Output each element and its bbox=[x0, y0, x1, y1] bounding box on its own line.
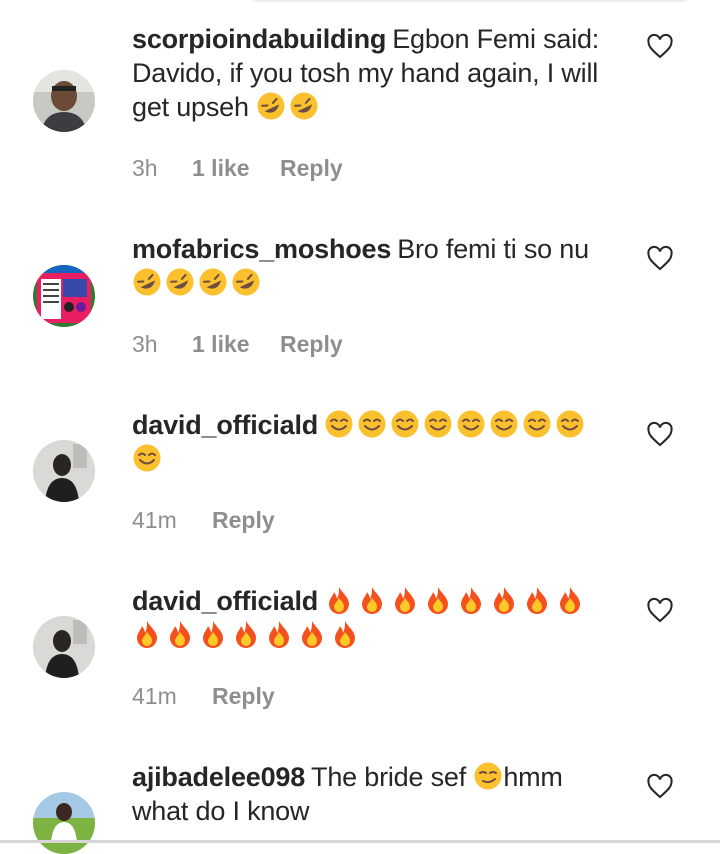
heart-icon[interactable] bbox=[646, 597, 674, 625]
fire-emoji bbox=[297, 619, 327, 649]
smirk-emoji bbox=[473, 761, 503, 791]
heart-icon[interactable] bbox=[646, 245, 674, 273]
smile-emoji bbox=[489, 409, 519, 439]
fire-emoji bbox=[423, 585, 453, 615]
comment-meta: 41m Reply bbox=[132, 682, 275, 710]
reply-button[interactable]: Reply bbox=[280, 154, 343, 182]
fire-emoji bbox=[489, 585, 519, 615]
smile-emoji bbox=[357, 409, 387, 439]
avatar[interactable] bbox=[33, 792, 95, 854]
fire-emoji bbox=[198, 619, 228, 649]
fire-emoji bbox=[231, 619, 261, 649]
reply-button[interactable]: Reply bbox=[212, 682, 275, 710]
avatar[interactable] bbox=[33, 440, 95, 502]
reply-button[interactable]: Reply bbox=[280, 330, 343, 358]
smile-emoji bbox=[390, 409, 420, 439]
fire-emoji bbox=[324, 585, 354, 615]
fire-emoji bbox=[555, 585, 585, 615]
smile-emoji bbox=[456, 409, 486, 439]
smile-emoji bbox=[324, 409, 354, 439]
comment-username[interactable]: ajibadelee098 bbox=[132, 762, 305, 792]
comment-body: Bro femi ti so nu bbox=[397, 234, 589, 264]
comment-meta: 3h 1 like Reply bbox=[132, 154, 343, 182]
comment-time: 41m bbox=[132, 507, 177, 533]
rofl-emoji bbox=[231, 267, 261, 297]
fire-emoji bbox=[390, 585, 420, 615]
smile-emoji bbox=[132, 443, 162, 473]
comment-body: The bride sef bbox=[311, 762, 467, 792]
rofl-emoji bbox=[165, 267, 195, 297]
comment-meta: 3h 1 like Reply bbox=[132, 330, 343, 358]
rofl-emoji bbox=[256, 91, 286, 121]
comment-meta: 41m Reply bbox=[132, 506, 275, 534]
reply-button[interactable]: Reply bbox=[212, 506, 275, 534]
comment-username[interactable]: david_officiald bbox=[132, 410, 318, 440]
comment-username[interactable]: david_officiald bbox=[132, 586, 318, 616]
fire-emoji bbox=[165, 619, 195, 649]
heart-icon[interactable] bbox=[646, 421, 674, 449]
rofl-emoji bbox=[198, 267, 228, 297]
fire-emoji bbox=[132, 619, 162, 649]
avatar[interactable] bbox=[33, 616, 95, 678]
comment-username[interactable]: scorpioindabuilding bbox=[132, 24, 386, 54]
avatar[interactable] bbox=[33, 265, 95, 327]
fire-emoji bbox=[522, 585, 552, 615]
comment-text: ajibadelee098 The bride sef hmm what do I… bbox=[132, 760, 622, 828]
comment-time: 3h bbox=[132, 331, 158, 357]
avatar[interactable] bbox=[33, 70, 95, 132]
smile-emoji bbox=[522, 409, 552, 439]
smile-emoji bbox=[423, 409, 453, 439]
like-count[interactable]: 1 like bbox=[192, 330, 280, 358]
heart-icon[interactable] bbox=[646, 773, 674, 801]
rofl-emoji bbox=[289, 91, 319, 121]
comment-text: david_officiald bbox=[132, 408, 622, 476]
smile-emoji bbox=[555, 409, 585, 439]
comment-text: scorpioindabuilding Egbon Femi said: Davi… bbox=[132, 22, 622, 124]
fire-emoji bbox=[357, 585, 387, 615]
like-count[interactable]: 1 like bbox=[192, 154, 280, 182]
fire-emoji bbox=[456, 585, 486, 615]
comment-text: david_officiald bbox=[132, 584, 622, 652]
fire-emoji bbox=[264, 619, 294, 649]
comment-text: mofabrics_moshoes Bro femi ti so nu bbox=[132, 232, 622, 300]
comment-time: 41m bbox=[132, 683, 177, 709]
rofl-emoji bbox=[132, 267, 162, 297]
comment-time: 3h bbox=[132, 155, 158, 181]
fire-emoji bbox=[330, 619, 360, 649]
comment-username[interactable]: mofabrics_moshoes bbox=[132, 234, 391, 264]
top-scroll-edge bbox=[250, 0, 690, 2]
heart-icon[interactable] bbox=[646, 33, 674, 61]
